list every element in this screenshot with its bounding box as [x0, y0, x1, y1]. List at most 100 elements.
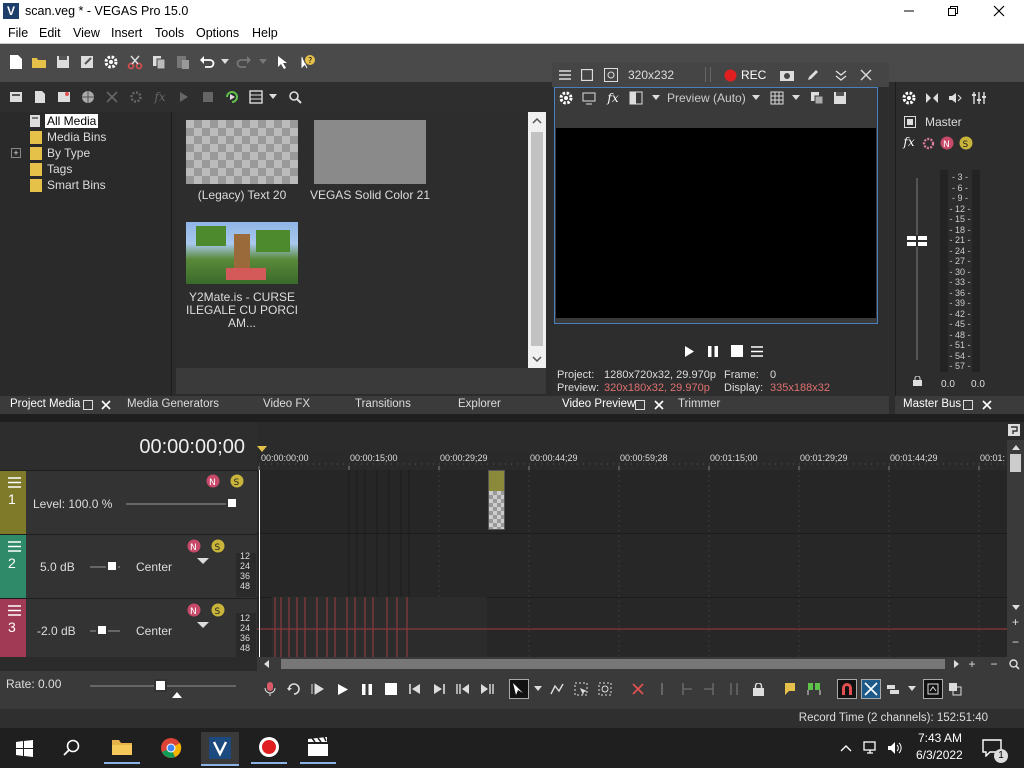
frame-square-icon[interactable]: [579, 67, 595, 83]
undock-icon[interactable]: [634, 399, 646, 411]
zoom-preview-icon[interactable]: [603, 67, 619, 83]
windows-start-icon[interactable]: [8, 736, 40, 760]
play-icon[interactable]: [335, 681, 351, 697]
lock-envelopes-to-events-icon[interactable]: [923, 679, 943, 699]
pan-dropdown-icon[interactable]: [196, 620, 210, 630]
record-mic-icon[interactable]: [262, 681, 278, 697]
screen-recorder-icon[interactable]: [251, 732, 287, 764]
show-hidden-icons-icon[interactable]: [838, 740, 854, 756]
zoom-edit-tool-icon[interactable]: [597, 681, 613, 697]
media-vertical-scrollbar[interactable]: [528, 112, 546, 368]
previous-frame-icon[interactable]: [455, 681, 471, 697]
insert-region-icon[interactable]: [806, 681, 822, 697]
edit-tool-dropdown-icon[interactable]: [533, 681, 543, 697]
volume-icon[interactable]: [886, 740, 904, 756]
track-header-video[interactable]: 1 N S Level: 100.0 %: [0, 470, 257, 534]
track-header-audio[interactable]: 3 N S -2.0 dB Center 12 24 36 48: [0, 598, 257, 657]
stop-media-icon[interactable]: [200, 89, 216, 105]
undo-dropdown-icon[interactable]: [220, 54, 230, 70]
network-icon[interactable]: [862, 740, 880, 756]
overlays-grid-icon[interactable]: [769, 90, 785, 106]
overlays-dropdown-icon[interactable]: [791, 90, 801, 106]
vegas-app-icon[interactable]: V: [3, 3, 19, 19]
event-clip-video[interactable]: [488, 470, 505, 530]
open-folder-icon[interactable]: [31, 54, 47, 70]
collapse-chevron-icon[interactable]: [833, 67, 849, 83]
mute-icon[interactable]: N: [940, 136, 954, 150]
record-dot-icon[interactable]: [723, 68, 737, 82]
capture-video-icon[interactable]: [56, 89, 72, 105]
menu-view[interactable]: View: [73, 26, 100, 40]
edit-pencil-icon[interactable]: [805, 67, 821, 83]
track-menu-icon[interactable]: [6, 475, 22, 489]
scroll-down-icon[interactable]: [530, 352, 544, 366]
lock-envelopes-icon[interactable]: [750, 681, 766, 697]
scroll-up-icon[interactable]: [530, 114, 544, 128]
scroll-thumb[interactable]: [281, 659, 945, 669]
split-screen-dropdown-icon[interactable]: [651, 90, 661, 106]
timeline-horizontal-scrollbar[interactable]: + −: [257, 657, 1024, 671]
solo-icon[interactable]: S: [959, 136, 973, 150]
tree-item-tags[interactable]: Tags: [47, 162, 72, 176]
insert-bus-icon[interactable]: [924, 90, 940, 106]
menu-insert[interactable]: Insert: [111, 26, 142, 40]
automation-gear-icon[interactable]: [921, 136, 935, 150]
master-enable-checkbox[interactable]: [904, 116, 916, 128]
normal-edit-tool-icon[interactable]: [509, 679, 529, 699]
master-settings-gear-icon[interactable]: [901, 90, 917, 106]
tab-video-preview[interactable]: Video Preview: [562, 398, 635, 410]
scroll-down-icon[interactable]: [1010, 602, 1021, 612]
search-icon[interactable]: [56, 736, 88, 760]
scroll-thumb[interactable]: [531, 132, 543, 346]
record-label[interactable]: REC: [741, 68, 766, 82]
close-tab-icon[interactable]: [653, 399, 665, 411]
envelope-tool-icon[interactable]: [549, 681, 565, 697]
tree-item-smart-bins[interactable]: Smart Bins: [47, 178, 106, 192]
scroll-right-icon[interactable]: [951, 659, 961, 669]
solo-icon[interactable]: S: [230, 474, 244, 488]
level-slider-track[interactable]: [126, 503, 236, 505]
video-editor-clapper-icon[interactable]: [300, 732, 336, 764]
close-tab-icon[interactable]: [100, 399, 112, 411]
media-horizontal-scrollbar[interactable]: [176, 368, 546, 394]
pan-dropdown-icon[interactable]: [196, 556, 210, 566]
marker-flag-icon[interactable]: [1008, 424, 1020, 436]
level-slider-handle[interactable]: [226, 497, 238, 509]
tree-item-by-type[interactable]: By Type: [47, 146, 90, 160]
chrome-icon[interactable]: [153, 732, 189, 764]
go-to-end-icon[interactable]: [431, 681, 447, 697]
preview-menu-icon[interactable]: [750, 344, 764, 358]
device-preview-icon[interactable]: [581, 90, 597, 106]
playhead-marker[interactable]: [257, 446, 267, 452]
auto-ripple-icon[interactable]: [885, 681, 901, 697]
new-project-icon[interactable]: [8, 54, 24, 70]
tab-media-generators[interactable]: Media Generators: [127, 398, 219, 410]
tab-trimmer[interactable]: Trimmer: [678, 398, 720, 410]
insert-marker-icon[interactable]: [782, 681, 798, 697]
web-get-media-icon[interactable]: [80, 89, 96, 105]
timeline-ruler[interactable]: 00:00:00;00 00:00:15;00 00:00:29;29 00:0…: [257, 446, 1007, 470]
media-properties-icon[interactable]: [128, 89, 144, 105]
tab-explorer[interactable]: Explorer: [458, 398, 501, 410]
redo-icon[interactable]: [236, 54, 252, 70]
tab-project-media[interactable]: Project Media: [10, 398, 80, 410]
play-media-icon[interactable]: [176, 89, 192, 105]
copy-icon[interactable]: [151, 54, 167, 70]
preview-quality-select[interactable]: Preview (Auto): [667, 91, 746, 105]
whats-this-icon[interactable]: [276, 54, 292, 70]
tab-transitions[interactable]: Transitions: [355, 398, 411, 410]
quality-dropdown-icon[interactable]: [751, 90, 761, 106]
menu-file[interactable]: File: [8, 26, 28, 40]
media-fx-icon[interactable]: fx: [152, 89, 168, 105]
volume-slider-handle[interactable]: [106, 560, 118, 572]
mute-icon[interactable]: N: [187, 603, 201, 617]
zoom-out-horizontal-icon[interactable]: −: [987, 657, 1001, 671]
preview-stop-icon[interactable]: [730, 344, 744, 358]
menu-tools[interactable]: Tools: [155, 26, 184, 40]
import-media-icon[interactable]: [32, 89, 48, 105]
views-dropdown-icon[interactable]: [268, 89, 278, 105]
track-menu-icon[interactable]: [6, 603, 22, 617]
speaker-icon[interactable]: [947, 90, 963, 106]
zoom-out-vertical-icon[interactable]: −: [1010, 635, 1021, 649]
track-header-audio[interactable]: 2 N S 5.0 dB Center 12 24 36 48: [0, 534, 257, 598]
